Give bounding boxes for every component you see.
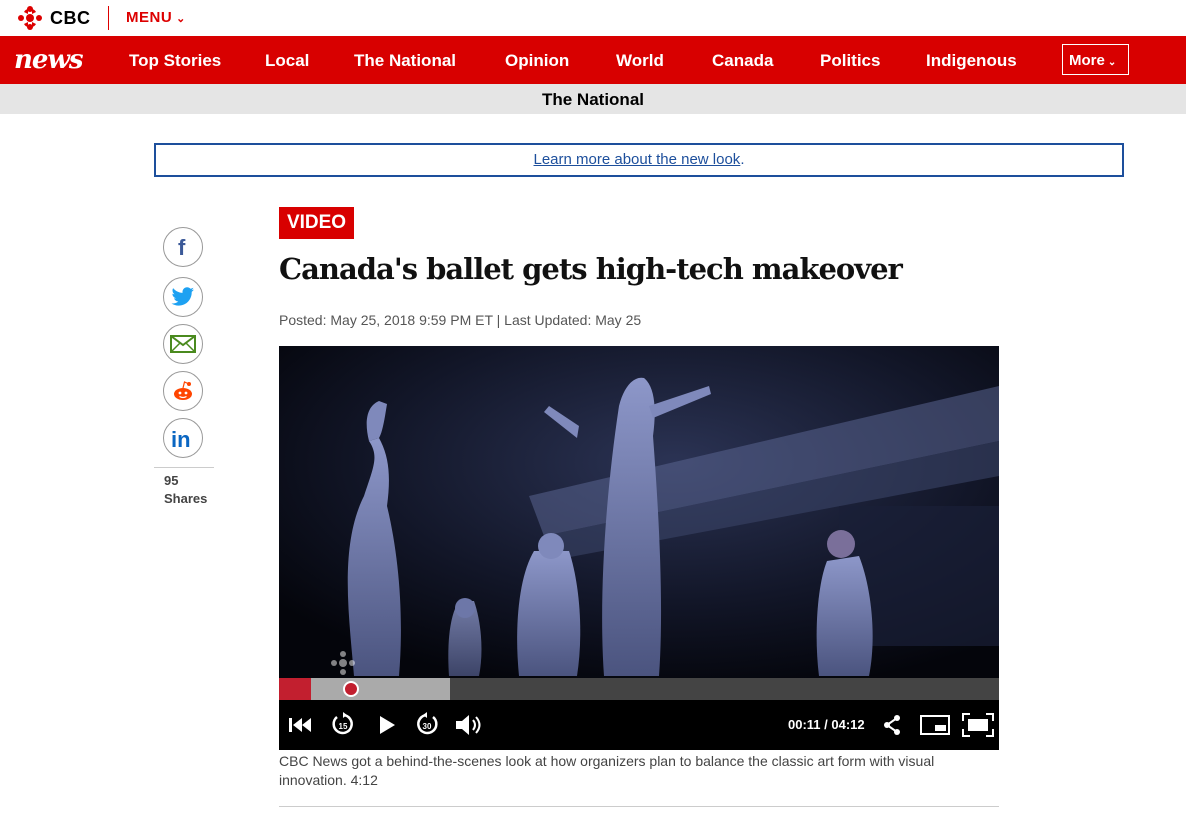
nav-item-world[interactable]: World xyxy=(616,51,664,71)
video-player[interactable]: 15 30 00:11 / 04:12 xyxy=(279,346,999,750)
menu-label: MENU xyxy=(126,9,173,26)
video-frame[interactable] xyxy=(279,346,999,678)
progress-scrubber-handle[interactable] xyxy=(342,681,359,697)
video-caption: CBC News got a behind-the-scenes look at… xyxy=(279,753,935,788)
twitter-icon xyxy=(171,287,194,306)
svg-text:in: in xyxy=(171,427,191,449)
svg-text:15: 15 xyxy=(339,722,348,731)
cbc-wordmark[interactable]: CBC xyxy=(50,8,91,29)
banner-suffix: . xyxy=(740,151,745,168)
skip-forward-30-icon[interactable]: 30 xyxy=(415,712,439,738)
reddit-icon xyxy=(174,381,192,400)
share-icon[interactable] xyxy=(883,714,901,736)
cbc-gem-icon[interactable] xyxy=(16,6,44,30)
section-bar: The National xyxy=(0,84,1186,114)
nav-item-local[interactable]: Local xyxy=(265,51,309,71)
header-divider xyxy=(108,6,109,30)
facebook-icon: f xyxy=(178,236,186,258)
share-linkedin-button[interactable]: in xyxy=(163,418,203,458)
rewind-icon[interactable] xyxy=(288,716,312,734)
playback-time: 00:11 / 04:12 xyxy=(788,717,865,732)
news-logo[interactable]: news xyxy=(14,45,83,75)
video-tag-badge: VIDEO xyxy=(279,207,354,239)
chevron-down-icon: ⌄ xyxy=(1107,57,1117,68)
email-icon xyxy=(170,335,196,353)
nav-item-top-stories[interactable]: Top Stories xyxy=(129,51,221,71)
nav-item-the-national[interactable]: The National xyxy=(354,51,456,71)
nav-item-indigenous[interactable]: Indigenous xyxy=(926,51,1017,71)
volume-icon[interactable] xyxy=(455,714,485,736)
main-nav: news Top Stories Local The National Opin… xyxy=(0,36,1186,84)
share-facebook-button[interactable]: f xyxy=(163,227,203,267)
nav-item-politics[interactable]: Politics xyxy=(820,51,880,71)
nav-item-canada[interactable]: Canada xyxy=(712,51,773,71)
fullscreen-icon[interactable] xyxy=(962,713,994,737)
share-reddit-button[interactable] xyxy=(163,371,203,411)
article-headline: Canada's ballet gets high-tech makeover xyxy=(279,252,903,286)
more-label: More xyxy=(1069,52,1105,69)
more-button[interactable]: More ⌄ xyxy=(1062,44,1129,75)
top-bar: CBC MENU ⌄ xyxy=(0,0,1186,36)
share-count: 95 xyxy=(164,473,179,488)
nav-item-opinion[interactable]: Opinion xyxy=(505,51,569,71)
svg-text:30: 30 xyxy=(423,722,432,731)
skip-back-15-icon[interactable]: 15 xyxy=(331,712,355,738)
share-twitter-button[interactable] xyxy=(163,277,203,317)
svg-text:f: f xyxy=(178,236,186,258)
section-divider xyxy=(279,806,999,807)
share-divider xyxy=(154,467,214,468)
progress-played xyxy=(279,678,311,700)
section-title[interactable]: The National xyxy=(542,90,644,110)
menu-button[interactable]: MENU ⌄ xyxy=(126,9,186,26)
learn-more-link[interactable]: Learn more about the new look xyxy=(534,151,741,168)
share-count-label: Shares xyxy=(164,491,208,506)
new-look-banner: Learn more about the new look. xyxy=(154,143,1124,177)
share-email-button[interactable] xyxy=(163,324,203,364)
player-controls: 15 30 00:11 / 04:12 xyxy=(279,700,999,750)
article-byline: Posted: May 25, 2018 9:59 PM ET | Last U… xyxy=(279,312,642,328)
play-icon[interactable] xyxy=(378,715,396,735)
chevron-down-icon: ⌄ xyxy=(176,13,186,25)
linkedin-icon: in xyxy=(171,427,191,449)
picture-in-picture-icon[interactable] xyxy=(920,715,950,735)
progress-bar[interactable] xyxy=(279,678,999,700)
